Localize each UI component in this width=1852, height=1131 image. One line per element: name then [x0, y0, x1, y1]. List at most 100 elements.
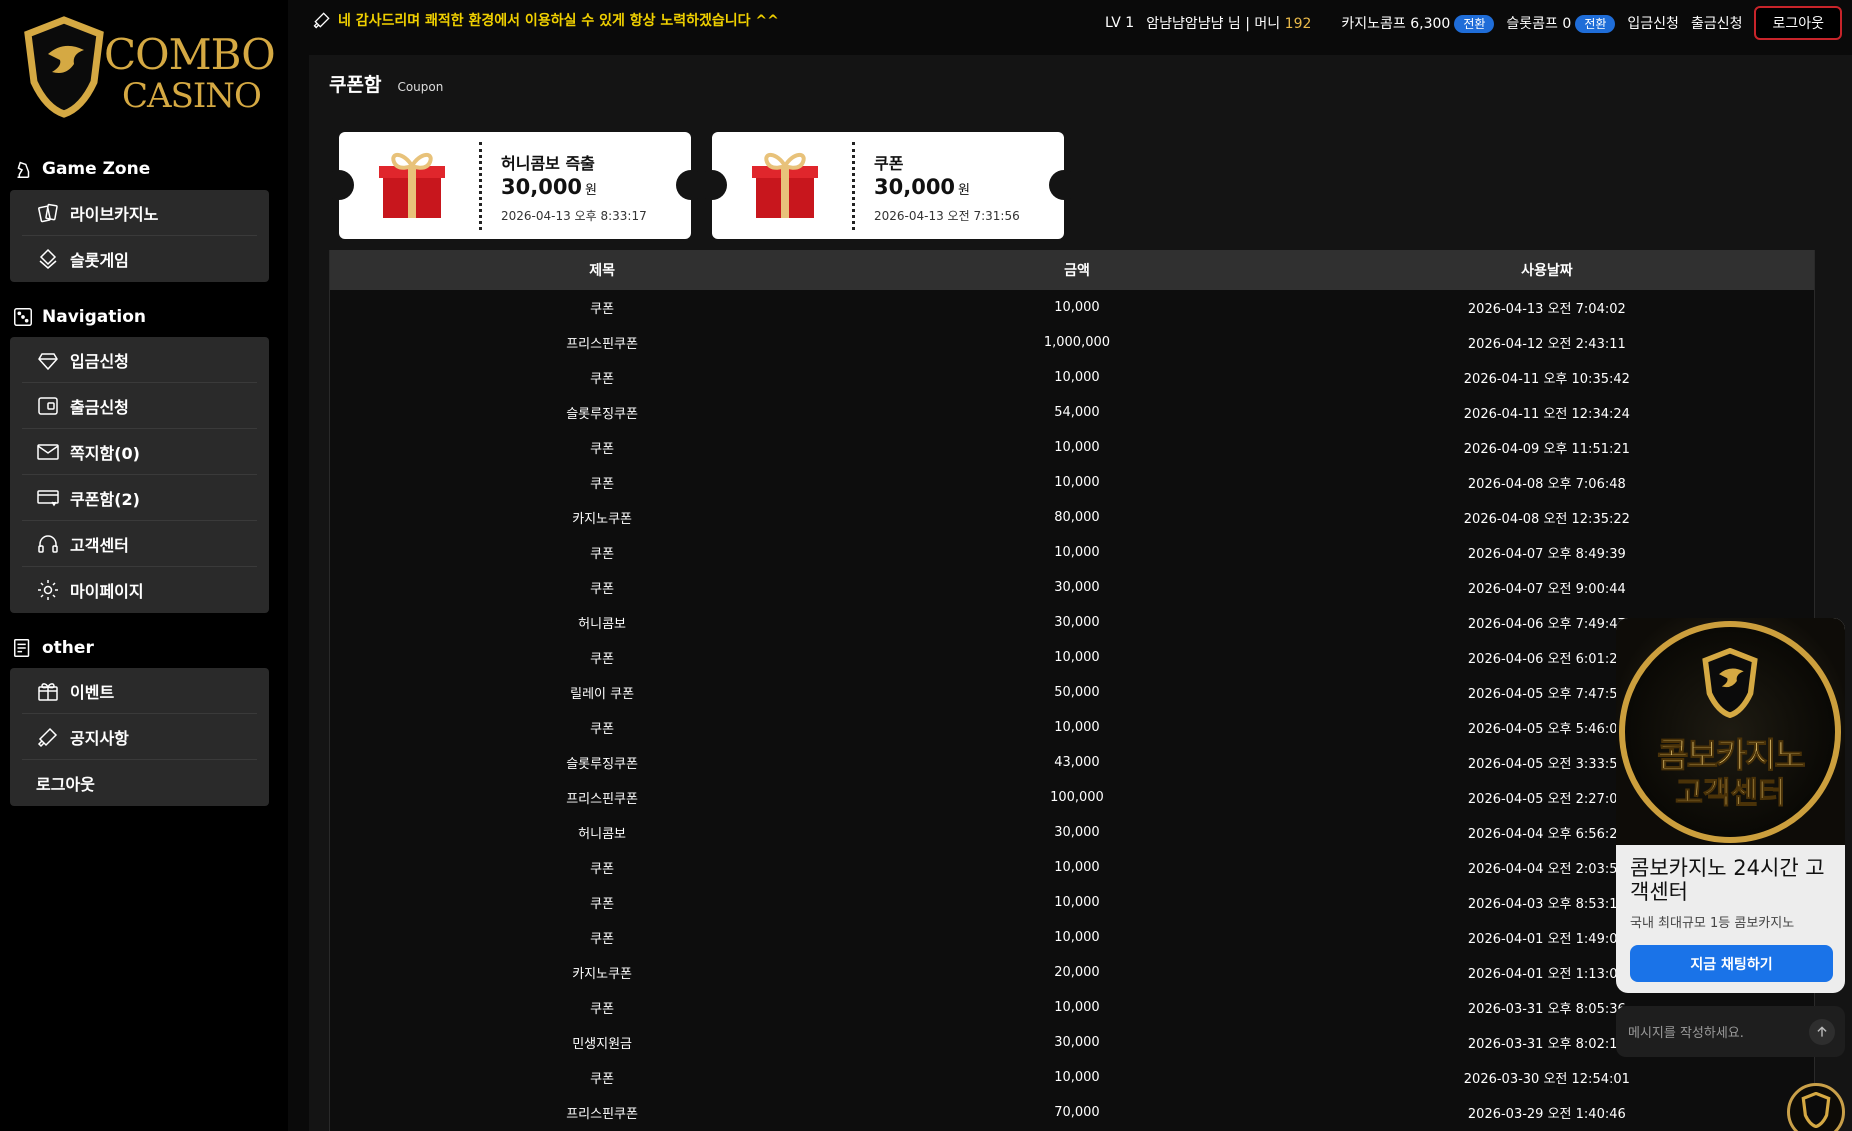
table-row: 쿠폰 10,000 2026-04-01 오전 1:49:04 — [330, 920, 1814, 955]
table-row: 쿠폰 10,000 2026-04-03 오후 8:53:13 — [330, 885, 1814, 920]
coupon-icon — [37, 489, 59, 506]
section-other: other — [12, 637, 94, 659]
coupon-name: 쿠폰 — [874, 154, 904, 173]
table-row: 쿠폰 10,000 2026-04-06 오전 6:01:21 — [330, 640, 1814, 675]
user-level: LV 1 — [1105, 15, 1135, 31]
table-row: 민생지원금 30,000 2026-03-31 오후 8:02:18 — [330, 1025, 1814, 1060]
column-header: 금액 — [1064, 263, 1090, 279]
cell-title: 쿠폰 — [590, 302, 615, 317]
table-row: 쿠폰 10,000 2026-04-04 오전 2:03:53 — [330, 850, 1814, 885]
coupon-card[interactable]: 쿠폰 30,000 원 2026-04-13 오전 7:31:56 — [697, 132, 1079, 239]
brand-logo[interactable]: COMBO CASINO — [22, 14, 276, 124]
sidebar-item-label: 공지사항 — [70, 728, 129, 748]
table-row: 쿠폰 10,000 2026-04-11 오후 10:35:42 — [330, 360, 1814, 395]
cell-date: 2026-04-07 오후 8:49:39 — [1467, 547, 1626, 562]
column-header: 사용날짜 — [1521, 263, 1573, 279]
cell-amount: 10,000 — [1054, 475, 1100, 490]
sidebar-item-mypage[interactable]: 마이페이지 — [22, 567, 257, 613]
sidebar-item-label: 쪽지함(0) — [70, 443, 140, 463]
brand-line1: COMBO — [104, 30, 276, 79]
coupon-amount: 30,000 원 — [874, 175, 970, 199]
sidebar-item-slot[interactable]: 슬롯게임 — [22, 236, 257, 282]
chat-input-placeholder: 메시지를 작성하세요. — [1628, 1026, 1744, 1041]
table-row: 프리스핀쿠폰 100,000 2026-04-05 오전 2:27:08 — [330, 780, 1814, 815]
user-money: 192 — [1284, 16, 1312, 32]
megaphone-icon — [313, 12, 330, 29]
cell-date: 2026-04-11 오전 12:34:24 — [1463, 407, 1630, 422]
cell-date: 2026-04-09 오후 11:51:21 — [1463, 442, 1630, 457]
section-title: other — [42, 638, 94, 658]
coupon-amount-unit: 원 — [958, 183, 971, 198]
start-chat-button[interactable]: 지금 채팅하기 — [1630, 945, 1833, 982]
notice-marquee: 네 감사드리며 쾌적한 환경에서 이용하실 수 있게 항상 노력하겠습니다 ^^ — [312, 10, 779, 30]
cell-date: 2026-03-30 오전 12:54:01 — [1463, 1072, 1630, 1087]
cell-date: 2026-03-29 오전 1:40:46 — [1467, 1107, 1626, 1122]
coupon-amount: 30,000 원 — [501, 175, 597, 199]
cell-title: 프리스핀쿠폰 — [566, 1107, 638, 1122]
table-row: 슬롯루징쿠폰 54,000 2026-04-11 오전 12:34:24 — [330, 395, 1814, 430]
chat-widget[interactable]: 콤보카지노 고객센터 콤보카지노 24시간 고객센터 국내 최대규모 1등 콤보… — [1616, 618, 1845, 993]
sidebar-item-events[interactable]: 이벤트 — [22, 668, 257, 714]
sidebar-item-withdraw[interactable]: 출금신청 — [22, 383, 257, 429]
cell-title: 허니콤보 — [578, 617, 627, 632]
cell-title: 카지노쿠폰 — [572, 967, 632, 982]
navigation-menu: 입금신청 출금신청 쪽지함(0) 쿠폰함(2) 고객센터 마이페이지 — [10, 337, 269, 613]
table-row: 쿠폰 10,000 2026-04-08 오후 7:06:48 — [330, 465, 1814, 500]
card-separator — [852, 142, 855, 230]
cell-title: 슬롯루징쿠폰 — [566, 407, 638, 422]
other-menu: 이벤트 공지사항 로그아웃 — [10, 668, 269, 806]
sidebar-item-support[interactable]: 고객센터 — [22, 521, 257, 567]
cell-amount: 10,000 — [1054, 930, 1100, 945]
sidebar: COMBO CASINO Game Zone 라이브카지노 슬롯게임 Navig… — [0, 0, 288, 1131]
arrow-up-icon — [1817, 1026, 1827, 1037]
cell-date: 2026-04-12 오전 2:43:11 — [1467, 337, 1626, 352]
cell-title: 쿠폰 — [590, 652, 615, 667]
cell-amount: 54,000 — [1054, 405, 1100, 420]
logout-button[interactable]: 로그아웃 — [1754, 6, 1842, 40]
sidebar-item-deposit[interactable]: 입금신청 — [22, 337, 257, 383]
cell-amount: 10,000 — [1054, 300, 1100, 315]
headset-icon — [38, 534, 58, 553]
game-zone-menu: 라이브카지노 슬롯게임 — [10, 190, 269, 282]
sidebar-item-notice[interactable]: 공지사항 — [22, 714, 257, 760]
withdraw-link[interactable]: 출금신청 — [1691, 13, 1743, 33]
sidebar-item-coupons[interactable]: 쿠폰함(2) — [22, 475, 257, 521]
chat-title: 콤보카지노 24시간 고객센터 — [1630, 856, 1825, 904]
deposit-link[interactable]: 입금신청 — [1627, 13, 1679, 33]
slot-comp-label: 슬롯콤프 0 — [1506, 16, 1572, 32]
cell-amount: 10,000 — [1054, 650, 1100, 665]
cell-title: 쿠폰 — [590, 862, 615, 877]
cell-amount: 10,000 — [1054, 545, 1100, 560]
document-icon — [14, 639, 30, 657]
top-bar: 네 감사드리며 쾌적한 환경에서 이용하실 수 있게 항상 노력하겠습니다 ^^… — [288, 0, 1852, 42]
cell-title: 릴레이 쿠폰 — [570, 687, 635, 702]
sidebar-item-live-casino[interactable]: 라이브카지노 — [22, 190, 257, 236]
cell-title: 쿠폰 — [590, 722, 615, 737]
wallet-icon — [38, 396, 58, 415]
table-row: 허니콤보 30,000 2026-04-04 오후 6:56:23 — [330, 815, 1814, 850]
section-title: Navigation — [42, 307, 146, 327]
send-button[interactable] — [1809, 1019, 1835, 1045]
coupon-table: 제목 금액 사용날짜 쿠폰 10,000 2026-04-13 오전 7:04:02… — [330, 250, 1814, 1130]
sidebar-item-label: 슬롯게임 — [70, 251, 129, 270]
cell-date: 2026-04-08 오후 7:06:48 — [1467, 477, 1626, 492]
card-notch — [324, 170, 354, 200]
chat-banner: 콤보카지노 고객센터 — [1616, 618, 1845, 845]
casino-comp-convert-button[interactable]: 전환 — [1454, 15, 1495, 33]
coupon-card[interactable]: 허니콤보 즉출 30,000 원 2026-04-13 오후 8:33:17 — [324, 132, 706, 239]
slot-comp-convert-button[interactable]: 전환 — [1575, 15, 1616, 33]
table-row: 쿠폰 10,000 2026-03-31 오후 8:05:36 — [330, 990, 1814, 1025]
card-separator — [479, 142, 482, 230]
cell-date: 2026-04-08 오전 12:35:22 — [1463, 512, 1630, 527]
sidebar-item-label: 쿠폰함(2) — [70, 489, 140, 509]
chess-knight-icon — [17, 161, 30, 178]
cell-title: 쿠폰 — [590, 1002, 615, 1017]
sidebar-item-logout[interactable]: 로그아웃 — [22, 760, 257, 806]
chat-message-input[interactable]: 메시지를 작성하세요. — [1616, 1006, 1845, 1057]
cell-title: 쿠폰 — [590, 1072, 615, 1087]
chat-banner-line2: 고객센터 — [1675, 776, 1786, 812]
cell-amount: 30,000 — [1054, 1035, 1100, 1050]
sidebar-item-messages[interactable]: 쪽지함(0) — [22, 429, 257, 475]
cell-title: 쿠폰 — [590, 372, 615, 387]
cell-title: 쿠폰 — [590, 442, 615, 457]
